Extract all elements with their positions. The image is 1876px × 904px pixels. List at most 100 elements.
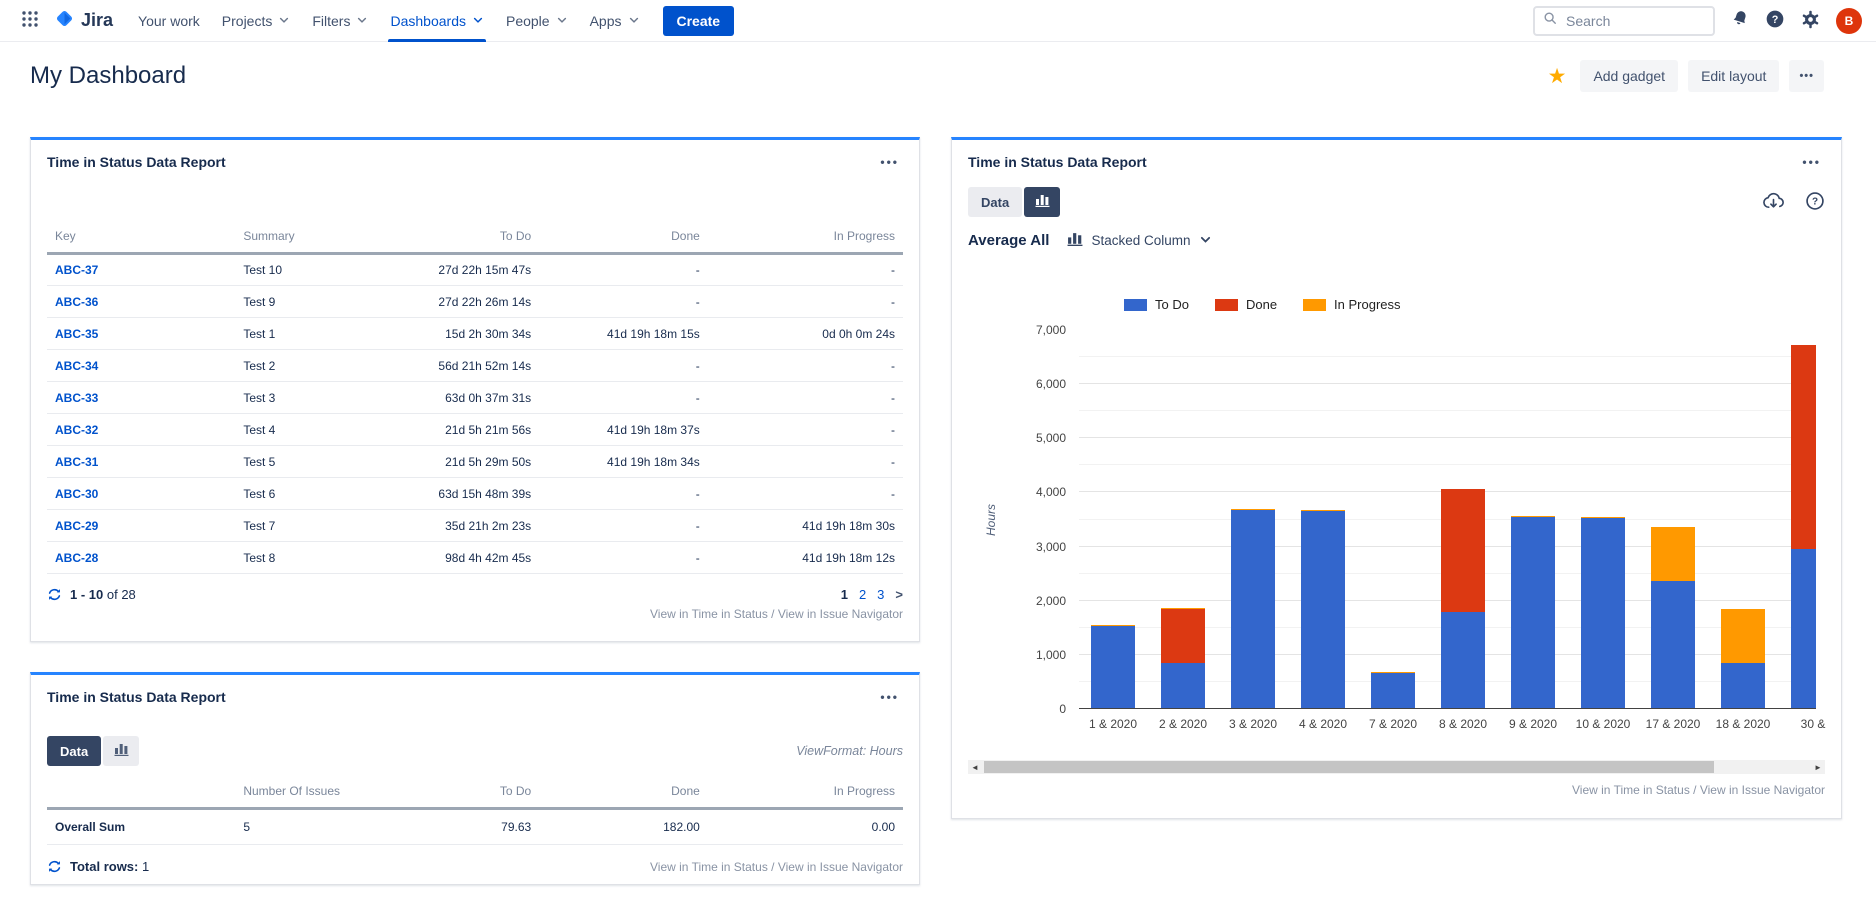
view-in-links[interactable]: View in Time in Status / View in Issue N… [952,774,1841,797]
nav-item-apps[interactable]: Apps [579,0,651,42]
issue-key-link[interactable]: ABC-35 [55,327,98,341]
issue-time-cell: 27d 22h 26m 14s [415,286,539,318]
chevron-down-icon [278,13,290,29]
issue-time-cell: - [708,478,903,510]
issue-time-cell: - [708,446,903,478]
legend-item-in-progress: In Progress [1303,297,1400,312]
issue-time-cell: 21d 5h 29m 50s [415,446,539,478]
edit-layout-button[interactable]: Edit layout [1688,60,1779,92]
issue-key-link[interactable]: ABC-29 [55,519,98,533]
user-avatar[interactable]: B [1836,8,1862,34]
bar-segment-done[interactable] [1441,489,1485,612]
bar-segment-to-do[interactable] [1441,612,1485,708]
bar-segment-to-do[interactable] [1161,663,1205,708]
chevron-down-icon [356,13,368,29]
gear-icon [1800,9,1821,33]
issue-key-link[interactable]: ABC-33 [55,391,98,405]
issue-row: ABC-34Test 256d 21h 52m 14s-- [47,350,903,382]
y-tick-label: 6,000 [968,377,1066,391]
bar-segment-to-do[interactable] [1511,517,1555,708]
issue-summary-cell: Test 9 [235,286,415,318]
bar-segment-in-progress[interactable] [1651,527,1695,581]
bar-segment-to-do[interactable] [1301,511,1345,708]
data-tab[interactable]: Data [968,187,1022,217]
settings-button[interactable] [1800,9,1821,33]
issue-summary-cell: Test 2 [235,350,415,382]
page-number-3[interactable]: 3 [877,587,884,602]
bar-segment-done[interactable] [1161,609,1205,663]
page-number-2[interactable]: 2 [859,587,866,602]
data-tab[interactable]: Data [47,736,101,766]
bar-segment-to-do[interactable] [1721,663,1765,708]
chart-legend: To DoDoneIn Progress [1124,297,1401,312]
refresh-button[interactable] [47,859,62,874]
overall-sum-label: Overall Sum [47,809,235,845]
bar-segment-to-do[interactable] [1651,581,1695,708]
gadget-more-button[interactable]: ••• [876,688,903,706]
chart-tab[interactable] [103,736,139,766]
issue-summary-cell: Test 6 [235,478,415,510]
issue-time-cell: 56d 21h 52m 14s [415,350,539,382]
scrollbar-thumb[interactable] [984,761,1714,773]
issue-summary-cell: Test 7 [235,510,415,542]
issue-time-cell: 41d 19h 18m 15s [539,318,708,350]
issue-time-cell: 98d 4h 42m 45s [415,542,539,574]
pagination-pages: 123 > [841,587,903,602]
page-number-1[interactable]: 1 [841,587,848,602]
refresh-button[interactable] [47,587,62,602]
issue-row: ABC-28Test 898d 4h 42m 45s-41d 19h 18m 1… [47,542,903,574]
gadget-help-button[interactable]: ? [1805,191,1825,214]
bar-segment-in-progress[interactable] [1721,609,1765,663]
scrollbar-track[interactable] [982,760,1811,774]
stacked-column-chart: To DoDoneIn Progress Hours 01,0002,0003,… [968,250,1825,730]
chart-tab[interactable] [1024,187,1060,217]
scroll-right-arrow[interactable]: ► [1811,760,1825,774]
next-page-button[interactable]: > [895,587,903,602]
search-box[interactable] [1533,6,1715,36]
bar-segment-to-do[interactable] [1791,549,1816,708]
download-button[interactable] [1762,191,1785,214]
issue-key-link[interactable]: ABC-28 [55,551,98,565]
bar-segment-to-do[interactable] [1581,518,1625,708]
issue-key-link[interactable]: ABC-30 [55,487,98,501]
view-toggle: Data [968,187,1060,217]
bar-segment-done[interactable] [1791,345,1816,549]
nav-item-dashboards[interactable]: Dashboards [379,0,495,42]
nav-item-projects[interactable]: Projects [211,0,302,42]
nav-item-your-work[interactable]: Your work [127,0,211,42]
add-gadget-button[interactable]: Add gadget [1580,60,1678,92]
nav-item-people[interactable]: People [495,0,579,42]
column-header-number-of-issues: Number Of Issues [235,778,415,809]
issue-key-link[interactable]: ABC-32 [55,423,98,437]
notifications-button[interactable] [1730,9,1750,32]
jira-brand[interactable]: Jira [54,8,113,34]
x-tick-label: 10 & 2020 [1576,717,1631,731]
scroll-left-arrow[interactable]: ◄ [968,760,982,774]
gadget-more-button[interactable]: ••• [1798,153,1825,171]
issue-key-link[interactable]: ABC-34 [55,359,98,373]
summary-table-header-row: Number Of Issues To Do Done In Progress [47,778,903,809]
view-in-links[interactable]: View in Time in Status / View in Issue N… [31,602,919,621]
bar-segment-to-do[interactable] [1231,510,1275,708]
favorite-star-icon[interactable]: ★ [1544,66,1571,87]
bar-segment-to-do[interactable] [1371,673,1415,708]
bar-1 & 2020 [1091,625,1135,708]
nav-item-filters[interactable]: Filters [301,0,379,42]
issue-key-link[interactable]: ABC-31 [55,455,98,469]
bar-segment-to-do[interactable] [1091,626,1135,708]
gridline [1079,383,1816,384]
y-tick-label: 3,000 [968,540,1066,554]
app-switcher-button[interactable] [14,5,46,36]
search-icon [1543,11,1557,30]
issue-time-cell: - [539,286,708,318]
dashboard-more-button[interactable]: ••• [1789,60,1824,92]
search-input[interactable] [1564,12,1705,30]
issue-key-link[interactable]: ABC-37 [55,263,98,277]
help-button[interactable]: ? [1765,9,1785,32]
gadget-more-button[interactable]: ••• [876,153,903,171]
chevron-down-icon [1199,233,1212,249]
create-button[interactable]: Create [663,6,735,36]
chart-type-dropdown[interactable]: Stacked Column [1061,231,1217,250]
issue-key-link[interactable]: ABC-36 [55,295,98,309]
view-in-links[interactable]: View in Time in Status / View in Issue N… [650,860,903,874]
